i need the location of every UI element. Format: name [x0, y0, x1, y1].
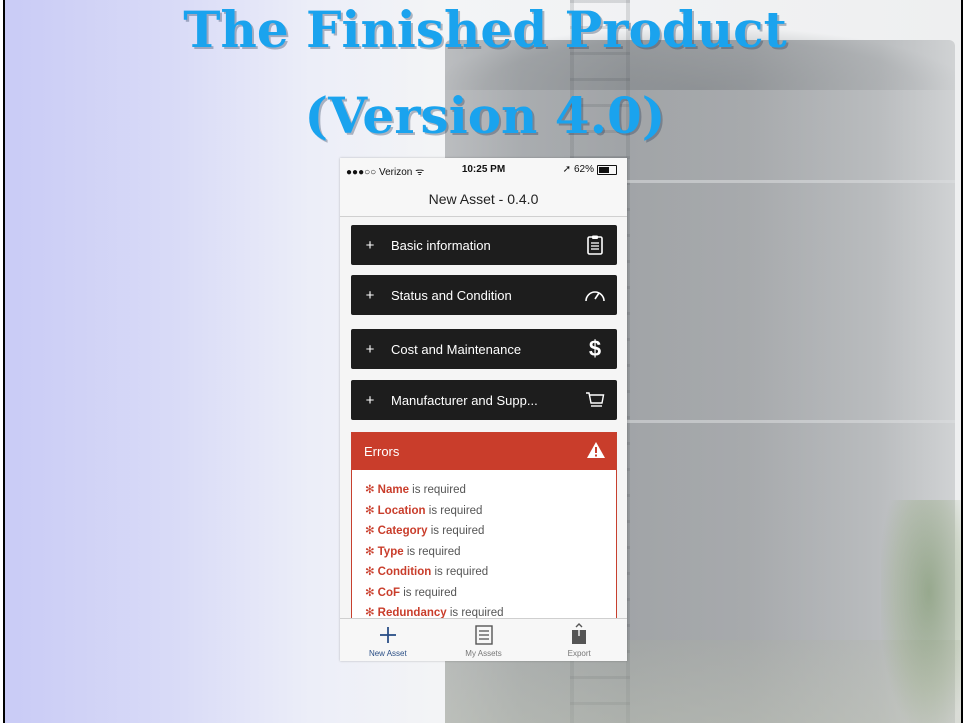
expand-plus-icon: +	[365, 340, 375, 358]
tab-export[interactable]: Export	[531, 619, 627, 661]
asterisk-icon: ✻	[365, 566, 375, 578]
error-item: ✻ Category is required	[365, 521, 616, 542]
section-cost-and-maintenance[interactable]: + Cost and Maintenance $	[351, 329, 617, 369]
section-label: Cost and Maintenance	[391, 341, 522, 357]
error-field-name: Condition	[377, 566, 432, 578]
cart-icon	[579, 388, 611, 412]
error-field-name: CoF	[377, 586, 400, 599]
tab-label: New Asset	[368, 649, 407, 658]
tab-bar: New Asset My Assets Export	[340, 618, 627, 661]
asterisk-icon: ✻	[365, 525, 375, 537]
tab-my-assets[interactable]: My Assets	[436, 619, 532, 661]
section-basic-information[interactable]: + Basic information	[351, 225, 617, 265]
error-message: is required	[403, 545, 461, 558]
error-message: is required	[425, 504, 483, 517]
error-field-name: Location	[377, 504, 426, 517]
error-field-name: Category	[377, 525, 428, 537]
battery-percent: 62%	[573, 164, 594, 175]
expand-plus-icon: +	[365, 286, 375, 304]
errors-panel: Errors ✻ Name is required ✻ Location is req…	[351, 432, 617, 622]
section-label: Manufacturer and Supp...	[391, 392, 538, 408]
phone-screenshot: ●●●○○ Verizon ᯤ 10:25 PM ➚ 62% New Asset…	[340, 158, 627, 661]
tab-new-asset[interactable]: New Asset	[340, 619, 436, 661]
tab-label: Export	[567, 649, 591, 658]
errors-header: Errors	[352, 433, 616, 470]
location-icon: ➚	[562, 164, 571, 175]
status-right: ➚ 62%	[563, 164, 617, 175]
asterisk-icon: ✻	[365, 504, 375, 517]
error-item: ✻ Type is required	[365, 542, 616, 563]
errors-title: Errors	[364, 444, 400, 459]
error-item: ✻ Location is required	[365, 501, 616, 522]
error-message: is required	[427, 525, 485, 537]
section-label: Status and Condition	[391, 287, 512, 303]
plus-icon	[340, 619, 436, 645]
expand-plus-icon: +	[365, 391, 375, 409]
errors-list: ✻ Name is required ✻ Location is required ✻ C…	[352, 470, 616, 621]
warning-icon	[586, 441, 606, 462]
error-field-name: Type	[377, 545, 404, 558]
slide-title-line2: (Version 4.0)	[304, 86, 666, 145]
section-manufacturer-and-supplier[interactable]: + Manufacturer and Supp...	[351, 380, 617, 420]
tab-label: My Assets	[465, 649, 502, 658]
gauge-icon	[579, 283, 611, 307]
dollar-icon: $	[588, 336, 602, 361]
clipboard-icon	[579, 233, 611, 257]
background-tree	[881, 500, 961, 723]
nav-title: New Asset - 0.4.0	[340, 180, 627, 217]
error-item: ✻ Condition is required	[365, 562, 616, 583]
status-bar: ●●●○○ Verizon ᯤ 10:25 PM ➚ 62%	[340, 158, 627, 180]
section-label: Basic information	[391, 237, 491, 253]
asterisk-icon: ✻	[365, 484, 375, 496]
error-field-name: Name	[377, 484, 409, 496]
list-icon	[436, 619, 532, 645]
battery-icon	[597, 164, 617, 175]
error-message: is required	[431, 566, 489, 578]
asterisk-icon: ✻	[365, 586, 375, 599]
error-item: ✻ CoF is required	[365, 583, 616, 604]
slide-title-line1: The Finished Product	[183, 0, 787, 59]
battery-fill	[599, 166, 609, 173]
error-item: ✻ Name is required	[365, 480, 616, 501]
error-message: is required	[400, 586, 457, 599]
slide: The Finished Product (Version 4.0) ●●●○○…	[3, 0, 963, 723]
error-message: is required	[408, 484, 466, 496]
asterisk-icon: ✻	[365, 545, 375, 558]
expand-plus-icon: +	[365, 236, 375, 254]
export-icon	[531, 619, 627, 645]
section-status-and-condition[interactable]: + Status and Condition	[351, 275, 617, 315]
